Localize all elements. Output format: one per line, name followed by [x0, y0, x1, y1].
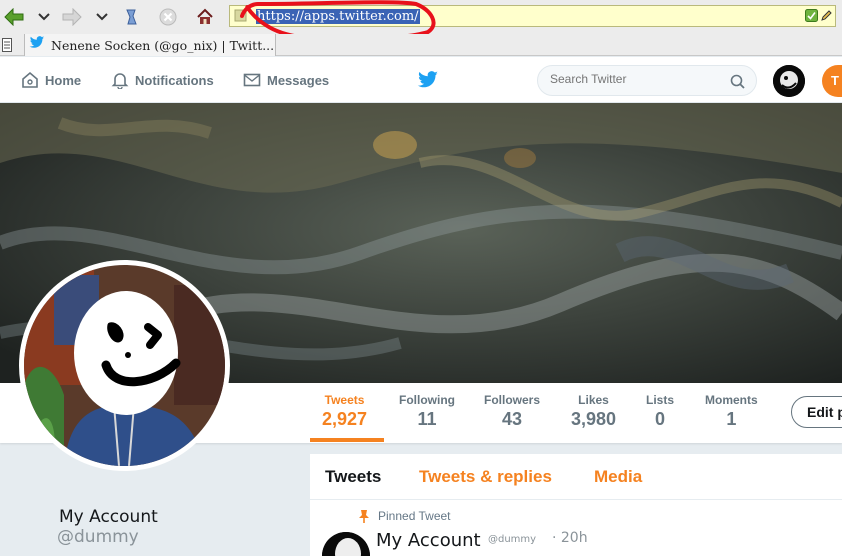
tweet-timestamp[interactable]: · 20h [552, 530, 588, 546]
stat-value: 43 [501, 409, 523, 429]
twitter-logo-icon[interactable] [417, 71, 439, 94]
stat-followers[interactable]: Followers 43 [484, 393, 540, 430]
nav-notifications-label: Notifications [135, 72, 214, 88]
tweet-text-cutoff [376, 550, 842, 554]
twitter-header: Home Notifications Messages T [0, 57, 842, 103]
timeline-tabs: Tweets Tweets & replies Media [310, 454, 842, 500]
profile-name[interactable]: My Account [59, 507, 158, 527]
stat-value: 0 [655, 409, 666, 429]
tweet-button[interactable]: T [822, 65, 842, 97]
stat-label: Tweets [324, 393, 365, 407]
stat-label: Lists [646, 393, 675, 407]
stat-label: Moments [705, 393, 758, 407]
home-icon[interactable] [194, 6, 216, 28]
nav-notifications[interactable]: Notifications [111, 71, 214, 89]
nav-home-label: Home [45, 72, 82, 88]
tab-title: Nenene Socken (@go_nix) | Twitt... [51, 37, 275, 53]
stat-likes[interactable]: Likes 3,980 [571, 393, 616, 430]
tab-media[interactable]: Media [594, 467, 642, 487]
tweet-author-name[interactable]: My Account [376, 530, 481, 551]
stat-label: Followers [484, 393, 541, 407]
stat-label: Following [399, 393, 455, 407]
tweet-author-handle[interactable]: @dummy [488, 534, 536, 545]
twitter-bird-icon [29, 36, 45, 54]
forward-history-chevron-icon[interactable] [91, 6, 113, 28]
nav-messages-label: Messages [267, 72, 330, 88]
stat-moments[interactable]: Moments 1 [705, 393, 758, 430]
stat-following[interactable]: Following 11 [399, 393, 455, 430]
active-stat-underline [310, 438, 384, 442]
header-avatar[interactable] [773, 65, 805, 97]
bell-icon [111, 73, 129, 89]
profile-handle[interactable]: @dummy [57, 527, 139, 547]
forward-icon[interactable] [61, 6, 83, 28]
stat-lists[interactable]: Lists 0 [646, 393, 674, 430]
stat-label: Likes [578, 393, 609, 407]
nav-messages[interactable]: Messages [243, 71, 329, 89]
tab-tweets-and-replies[interactable]: Tweets & replies [419, 467, 552, 487]
envelope-icon [243, 73, 261, 87]
stat-value: 1 [726, 409, 737, 429]
site-identity-icon[interactable] [234, 9, 247, 22]
tab-strip: Nenene Socken (@go_nix) | Twitt... [0, 34, 842, 56]
address-bar[interactable]: https://apps.twitter.com/ [229, 5, 836, 27]
stop-icon[interactable] [157, 6, 179, 28]
stat-value: 11 [417, 409, 437, 429]
back-history-chevron-icon[interactable] [33, 6, 55, 28]
edit-profile-button[interactable]: Edit p [791, 396, 842, 428]
stat-value: 3,980 [571, 409, 617, 429]
tweet-avatar[interactable] [322, 532, 370, 556]
pinned-label: Pinned Tweet [378, 509, 451, 523]
search-box[interactable] [537, 65, 757, 96]
browser-tab[interactable]: Nenene Socken (@go_nix) | Twitt... [24, 34, 276, 56]
search-input[interactable] [550, 72, 720, 86]
avatar-photo [24, 265, 225, 466]
url-text[interactable]: https://apps.twitter.com/ [256, 9, 420, 24]
search-icon[interactable] [730, 74, 745, 94]
stat-tweets[interactable]: Tweets 2,927 [322, 393, 367, 430]
reload-icon[interactable] [120, 6, 142, 28]
page-icon [2, 38, 12, 57]
tab-tweets[interactable]: Tweets [325, 467, 381, 487]
timeline: Tweets Tweets & replies Media Pinned Twe… [310, 454, 842, 556]
back-icon[interactable] [3, 6, 25, 28]
bookmark-pencil-icon[interactable] [820, 9, 833, 22]
home-nav-icon [22, 71, 38, 88]
pinned-tweet-context: Pinned Tweet [358, 509, 451, 523]
stat-value: 2,927 [322, 409, 368, 429]
profile-avatar[interactable] [19, 260, 230, 471]
feed-icon[interactable] [805, 9, 818, 22]
nav-home[interactable]: Home [21, 71, 81, 89]
browser-toolbar: https://apps.twitter.com/ [0, 0, 842, 34]
pin-icon [359, 510, 369, 523]
